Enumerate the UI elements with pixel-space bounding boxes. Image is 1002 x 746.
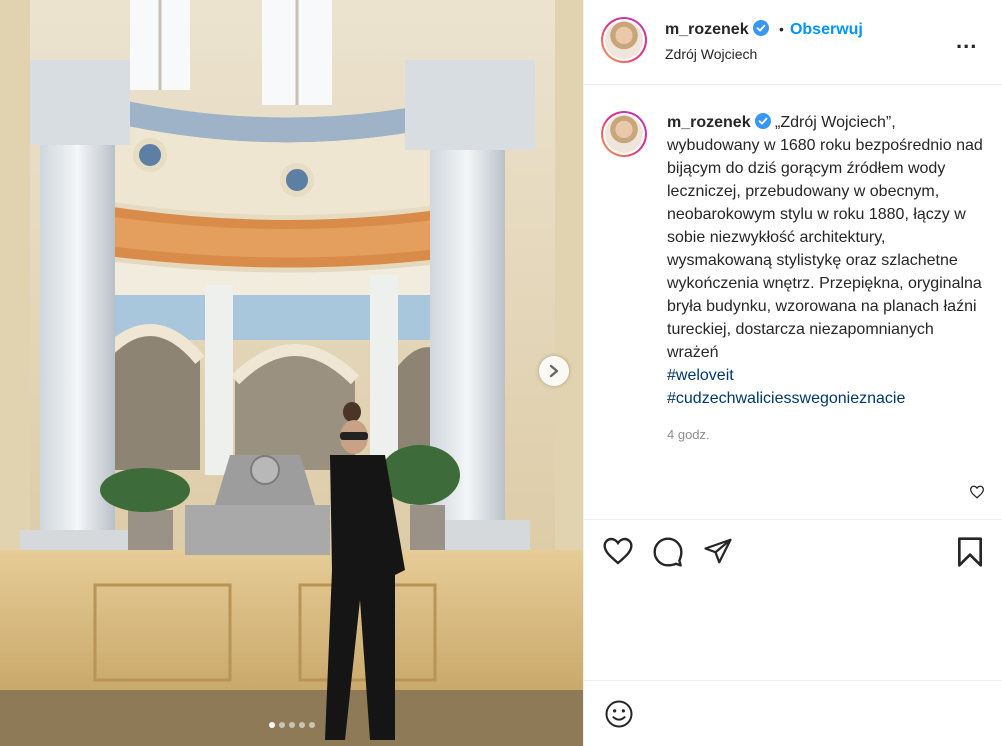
caption-avatar[interactable] [601,111,647,157]
carousel-dot [288,722,295,728]
bookmark-icon[interactable] [956,536,984,568]
post-sidebar: m_rozenek • Obserwuj Zdrój Wojciech ... m… [583,0,1002,746]
carousel-dot [268,722,275,728]
location-link[interactable]: Zdrój Wojciech [665,46,757,62]
smiley-icon[interactable] [604,699,634,729]
photo-interior-scene [0,0,583,746]
carousel-dot [278,722,285,728]
separator-dot: • [779,21,784,37]
action-bar [584,520,1002,681]
header-user-line: m_rozenek • Obserwuj [665,20,863,39]
carousel-next-button[interactable] [539,356,569,386]
more-options-button[interactable]: ... [956,30,977,52]
caption-username[interactable]: m_rozenek [667,114,751,131]
verified-badge-icon [752,20,769,36]
heart-icon[interactable] [969,485,985,499]
paper-plane-icon[interactable] [702,536,734,566]
follow-button[interactable]: Obserwuj [790,21,863,38]
instagram-post-modal: m_rozenek • Obserwuj Zdrój Wojciech ... m… [0,0,1002,746]
comment-bubble-icon[interactable] [652,536,684,568]
avatar[interactable] [601,17,647,63]
caption-timestamp: 4 godz. [667,427,710,442]
hashtag-link[interactable]: #weloveit [667,364,987,387]
comment-composer [584,681,1002,746]
caption: m_rozenek „Zdrój Wojciech”, wybudowany w… [667,111,987,410]
post-photo[interactable] [0,0,583,746]
caption-text: „Zdrój Wojciech”, wybudowany w 1680 roku… [667,114,983,361]
verified-badge-icon [754,113,771,129]
chevron-right-icon [549,364,559,378]
carousel-dot [298,722,305,728]
post-header: m_rozenek • Obserwuj Zdrój Wojciech ... [584,0,1002,85]
carousel-indicator [0,722,583,728]
username-link[interactable]: m_rozenek [665,21,749,38]
carousel-dot [308,722,315,728]
caption-area: m_rozenek „Zdrój Wojciech”, wybudowany w… [584,85,1002,520]
heart-icon[interactable] [602,536,634,566]
hashtag-link[interactable]: #cudzechwaliciesswegonieznacie [667,387,987,410]
